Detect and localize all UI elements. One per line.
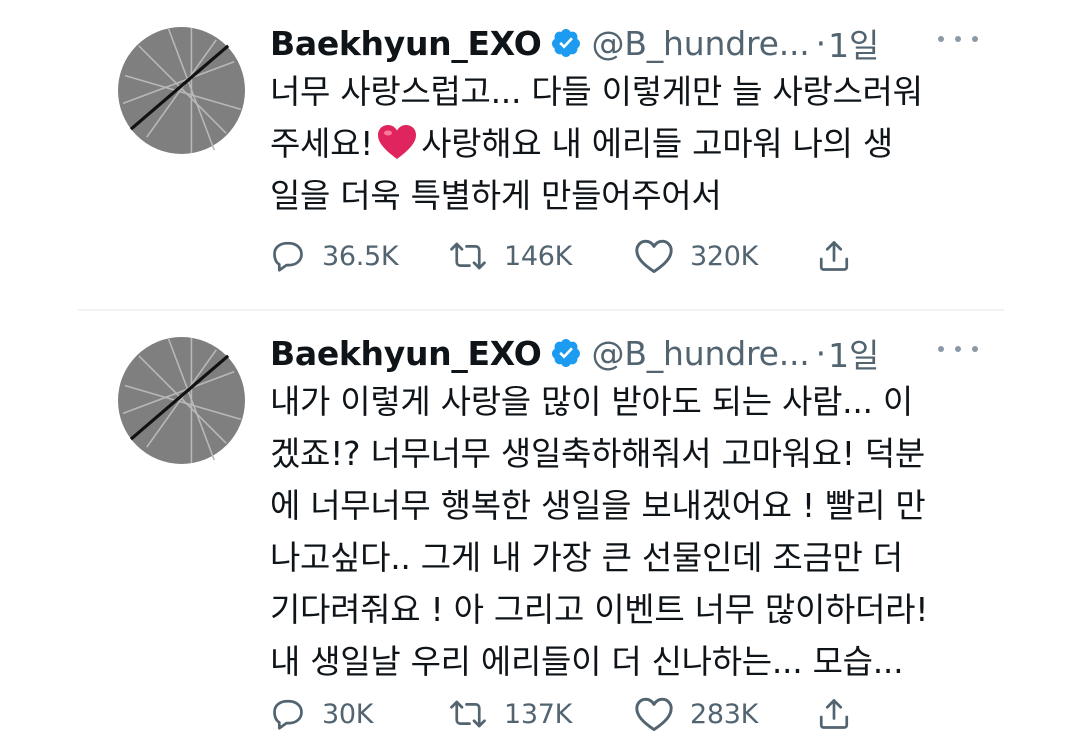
more-dots-icon[interactable] (938, 334, 978, 364)
tweet-header: Baekhyun_EXO @B_hundre... · 1일 (270, 328, 879, 378)
reply-count: 36.5K (322, 240, 399, 272)
tweet-feed: Baekhyun_EXO @B_hundre... · 1일 너무 사랑스럽고.… (0, 0, 1080, 739)
author-handle[interactable]: @B_hundre... (592, 334, 810, 373)
avatar[interactable] (117, 26, 246, 155)
tweet-text-line: 내가 이렇게 사랑을 많이 받아도 되는 사람... 이 (270, 382, 913, 421)
share-icon (819, 241, 849, 271)
like-button[interactable]: 283K (634, 696, 816, 732)
separator-dot: · (815, 23, 827, 63)
exo-logo-avatar-icon (117, 336, 246, 465)
reply-icon (273, 241, 303, 272)
author-name[interactable]: Baekhyun_EXO (270, 24, 542, 63)
like-count: 283K (690, 698, 759, 730)
tweet-text: 내가 이렇게 사랑을 많이 받아도 되는 사람... 이 겠죠!? 너무너무 생… (270, 376, 990, 688)
reply-count: 30K (322, 698, 374, 730)
verified-badge-icon (550, 27, 582, 59)
reply-button[interactable]: 30K (270, 696, 448, 732)
tweet-actions: 36.5K 146K 320K (270, 234, 852, 278)
reply-icon (273, 699, 303, 730)
heart-outline-icon (635, 697, 673, 732)
tweet-text: 너무 사랑스럽고... 다들 이렇게만 늘 사랑스러워 주세요! 사랑해요 내 에… (270, 66, 990, 222)
like-button[interactable]: 320K (634, 238, 816, 274)
retweet-icon (450, 700, 486, 728)
more-dots-icon[interactable] (938, 24, 978, 54)
heart-outline-icon (635, 239, 673, 274)
avatar[interactable] (117, 336, 246, 465)
timestamp[interactable]: 1일 (828, 329, 879, 377)
reply-button[interactable]: 36.5K (270, 238, 448, 274)
author-name[interactable]: Baekhyun_EXO (270, 334, 542, 373)
tweet-text-line: 내 생일날 우리 에리들이 더 신나하는... 모습... (270, 642, 904, 681)
exo-logo-avatar-icon (117, 26, 246, 155)
tweet-text-line: 주세요! 사랑해요 내 에리들 고마워 나의 생 (270, 118, 990, 170)
tweet-text-segment: 주세요! (270, 124, 374, 163)
tweet-text-line: 나고싶다.. 그게 내 가장 큰 선물인데 조금만 더 (270, 538, 903, 577)
retweet-icon (450, 242, 486, 270)
verified-badge-icon (550, 337, 582, 369)
tweet-header: Baekhyun_EXO @B_hundre... · 1일 (270, 18, 879, 68)
retweet-button[interactable]: 146K (448, 238, 634, 274)
author-handle[interactable]: @B_hundre... (592, 24, 810, 63)
tweet-text-line: 너무 사랑스럽고... 다들 이렇게만 늘 사랑스러워 (270, 72, 923, 111)
red-heart-icon (377, 124, 417, 160)
timestamp[interactable]: 1일 (828, 19, 879, 67)
retweet-count: 137K (504, 698, 573, 730)
retweet-button[interactable]: 137K (448, 696, 634, 732)
share-icon (819, 699, 849, 729)
retweet-count: 146K (504, 240, 573, 272)
tweet-text-segment: 사랑해요 내 에리들 고마워 나의 생 (421, 124, 893, 163)
tweet-text-line: 기다려줘요 ! 아 그리고 이벤트 너무 많이하더라! (270, 590, 929, 629)
share-button[interactable] (816, 696, 852, 732)
tweet-text-line: 겠죠!? 너무너무 생일축하해줘서 고마워요! 덕분 (270, 434, 925, 473)
tweet-actions: 30K 137K 283K (270, 692, 852, 736)
separator-dot: · (815, 333, 827, 373)
tweet-text-line: 에 너무너무 행복한 생일을 보내겠어요 ! 빨리 만 (270, 486, 926, 525)
tweet-divider (78, 309, 1004, 311)
tweet-text-line: 일을 더욱 특별하게 만들어주어서 (270, 176, 722, 215)
like-count: 320K (690, 240, 759, 272)
share-button[interactable] (816, 238, 852, 274)
